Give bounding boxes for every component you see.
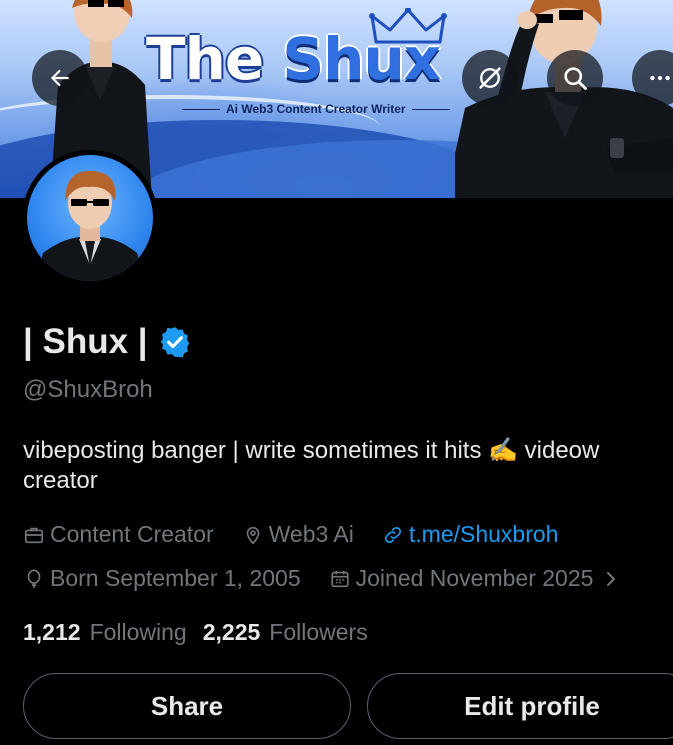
back-arrow-icon bbox=[50, 69, 69, 87]
balloon-icon bbox=[27, 568, 41, 588]
profile-link[interactable]: t.me/Shuxbroh bbox=[382, 521, 559, 548]
birthday-text: Born September 1, 2005 bbox=[50, 565, 301, 591]
profile-link-text: t.me/Shuxbroh bbox=[408, 521, 559, 547]
display-name: | Shux | bbox=[23, 322, 148, 361]
avatar[interactable] bbox=[22, 150, 158, 286]
category-text: Content Creator bbox=[50, 521, 214, 547]
link-icon bbox=[384, 526, 401, 543]
edit-profile-button[interactable]: Edit profile bbox=[367, 673, 673, 739]
birthday-item: Born September 1, 2005 bbox=[23, 565, 301, 592]
bio-line-2: creator bbox=[23, 467, 98, 494]
bio: vibeposting banger | write sometimes it … bbox=[23, 436, 673, 496]
followers-label: Followers bbox=[269, 619, 368, 645]
follow-stats: 1,212 Following 2,225 Followers bbox=[23, 619, 384, 646]
avatar-image bbox=[27, 155, 153, 281]
grok-button[interactable] bbox=[462, 50, 518, 106]
banner-title-part1: The bbox=[146, 25, 264, 93]
share-button[interactable]: Share bbox=[23, 673, 351, 739]
bio-line-1: vibeposting banger | write sometimes it … bbox=[23, 437, 600, 464]
handle: @ShuxBroh bbox=[23, 376, 153, 403]
verified-badge-icon[interactable] bbox=[158, 325, 192, 359]
joined-item[interactable]: Joined November 2025 bbox=[329, 565, 625, 592]
back-button[interactable] bbox=[32, 50, 88, 106]
calendar-icon bbox=[330, 570, 349, 587]
profile-meta-row-2: Born September 1, 2005 Joined November 2… bbox=[23, 565, 624, 592]
grok-icon bbox=[479, 67, 501, 89]
following-count: 1,212 bbox=[23, 619, 81, 645]
search-button[interactable] bbox=[547, 50, 603, 106]
location-text: Web3 Ai bbox=[268, 521, 354, 547]
following-label: Following bbox=[89, 619, 187, 645]
banner-title: The Shux bbox=[146, 30, 441, 88]
more-icon bbox=[650, 75, 670, 81]
briefcase-icon bbox=[24, 527, 44, 543]
joined-text: Joined November 2025 bbox=[355, 565, 594, 591]
category-item: Content Creator bbox=[23, 521, 214, 548]
following-link[interactable]: 1,212 Following bbox=[23, 619, 187, 646]
location-item: Web3 Ai bbox=[242, 521, 354, 548]
display-name-row: | Shux | bbox=[23, 322, 192, 362]
avatar-character bbox=[36, 170, 144, 281]
followers-link[interactable]: 2,225 Followers bbox=[203, 619, 368, 646]
chevron-right-icon bbox=[607, 571, 616, 586]
followers-count: 2,225 bbox=[202, 619, 261, 645]
profile-meta-row: Content Creator Web3 Ai t.me/Shuxbroh bbox=[23, 521, 586, 548]
location-pin-icon bbox=[246, 526, 259, 544]
banner-title-part2: Shux bbox=[282, 25, 441, 93]
search-icon bbox=[564, 67, 587, 90]
banner-subtitle: Ai Web3 Content Creator Writer bbox=[176, 102, 456, 116]
